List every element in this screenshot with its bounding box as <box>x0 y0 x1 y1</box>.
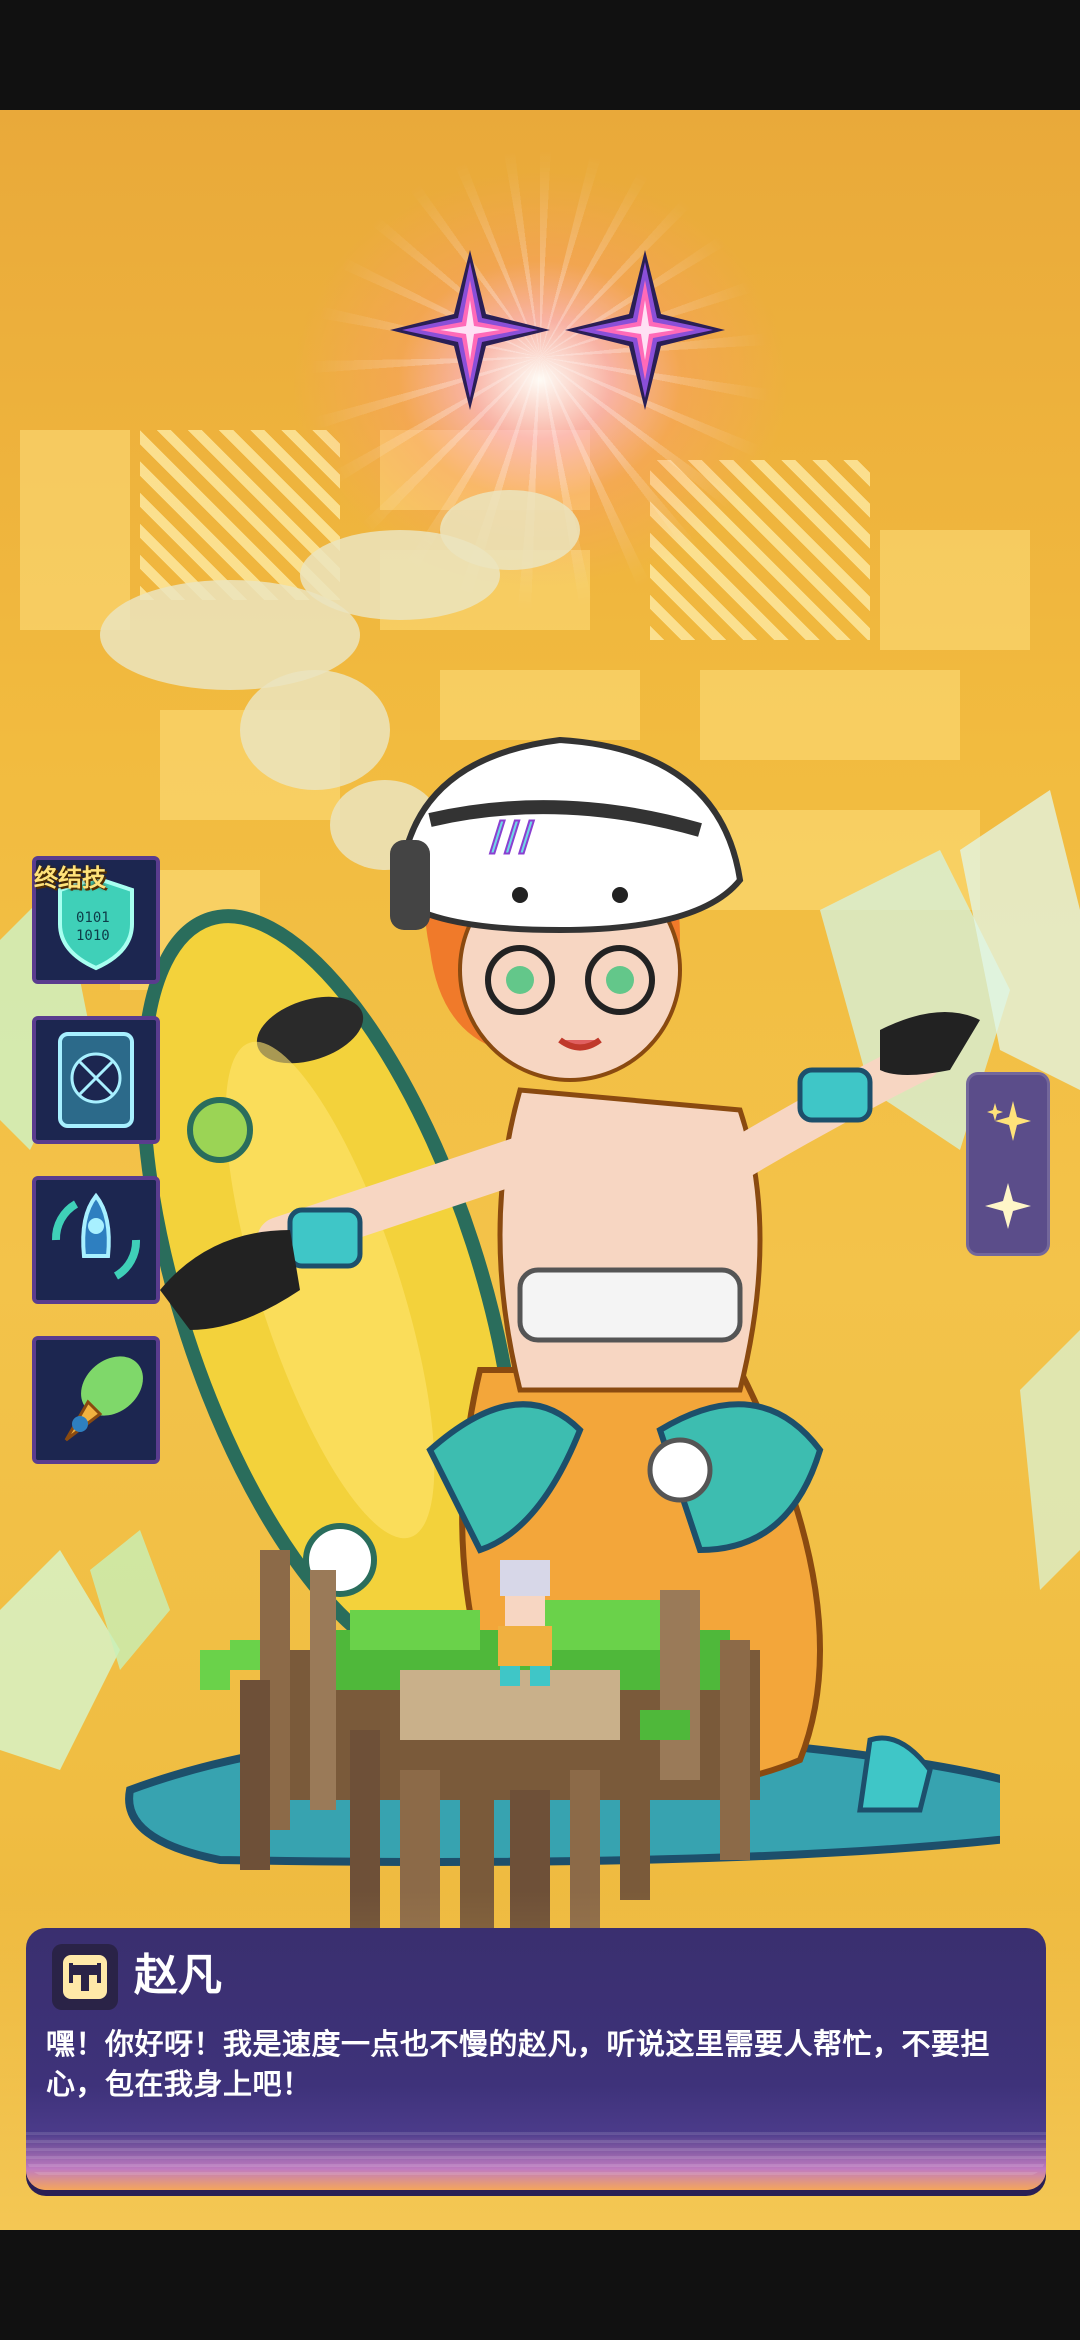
sparkle-star-icon <box>985 1183 1031 1229</box>
skill-button-3[interactable] <box>32 1176 160 1304</box>
rocket-cycle-icon <box>52 1192 140 1280</box>
rating-star-icon <box>390 250 550 410</box>
speaker-name: 赵凡 <box>134 1950 222 2001</box>
comet-pen-icon <box>64 1356 143 1442</box>
sparkles-icon <box>987 1101 1031 1141</box>
phone-badge-icon <box>58 1032 134 1128</box>
bottom-letterbox <box>0 2230 1080 2340</box>
skill-button-4[interactable] <box>32 1336 160 1464</box>
vanguard-class-icon <box>63 1955 107 1999</box>
svg-text:0101: 0101 <box>76 910 110 926</box>
bg-block <box>880 530 1030 650</box>
sparkles-button[interactable] <box>966 1080 1050 1164</box>
svg-text:1010: 1010 <box>76 928 110 944</box>
top-letterbox <box>0 0 1080 110</box>
dialog-text: 嘿！你好呀！我是速度一点也不慢的赵凡，听说这里需要人帮忙，不要担心，包在我身上吧… <box>46 2027 991 2101</box>
game-scene[interactable]: /// 终结技 0101 1010 <box>0 110 1080 2230</box>
smoke-cloud <box>440 490 580 570</box>
ultimate-skill-label: 终结技 <box>34 864 106 892</box>
svg-text:///: /// <box>490 814 534 860</box>
dialog-decor-lines <box>26 2132 1046 2176</box>
role-badge <box>52 1944 118 2010</box>
rating-star-icon <box>565 250 725 410</box>
skill-button-2[interactable] <box>32 1016 160 1144</box>
bg-block <box>20 430 130 630</box>
star-button[interactable] <box>966 1164 1050 1248</box>
side-action-panel <box>966 1072 1050 1256</box>
